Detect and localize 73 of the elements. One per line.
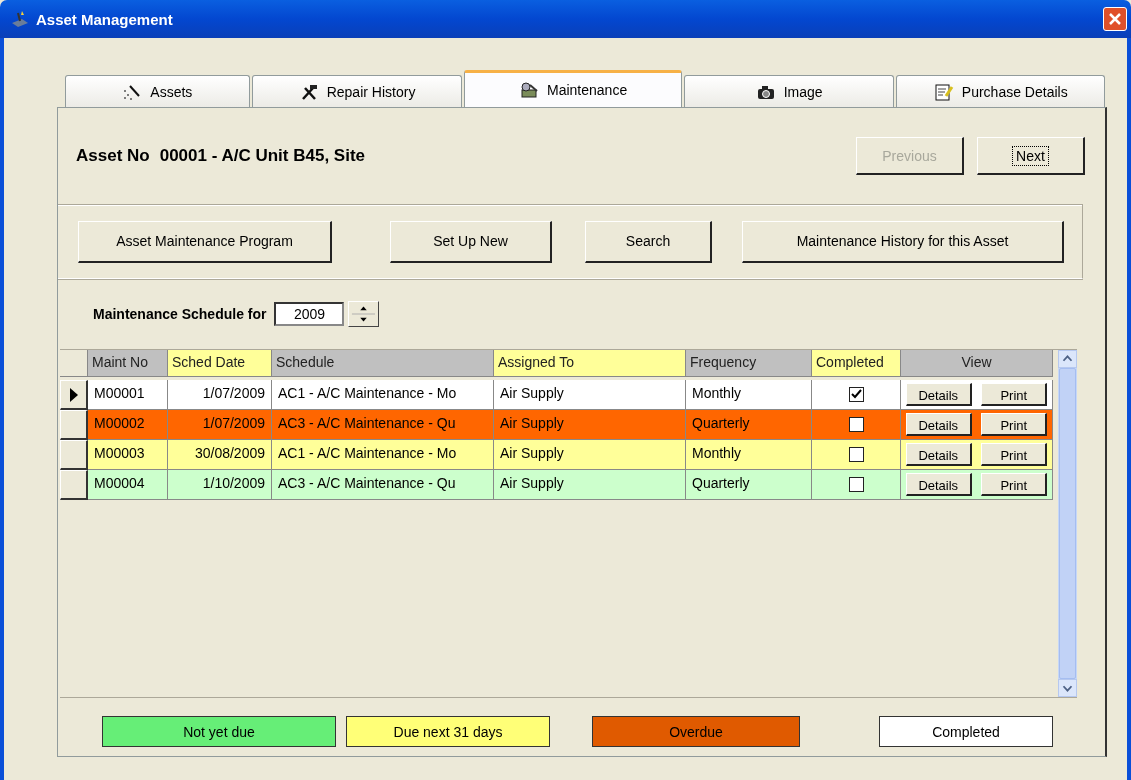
table-cell: Monthly [686, 440, 812, 470]
checkbox[interactable] [848, 417, 864, 432]
table-cell: 30/08/2009 [168, 440, 272, 470]
details-button[interactable]: Details [905, 443, 972, 466]
row-pointer-icon [69, 387, 78, 402]
close-button[interactable] [1103, 7, 1127, 31]
tab[interactable]: Image [683, 75, 895, 107]
row-header[interactable] [60, 410, 88, 440]
table-cell: 1/07/2009 [168, 410, 272, 440]
checkbox[interactable] [848, 447, 864, 462]
table-cell: Air Supply [494, 380, 686, 410]
gears-icon [519, 81, 539, 99]
column-header: Sched Date [168, 350, 272, 377]
year-field[interactable]: 2009 [274, 302, 345, 326]
scrollbar[interactable] [1058, 350, 1077, 697]
column-header: View [901, 350, 1053, 377]
row-header[interactable] [60, 440, 88, 470]
desk-icon [10, 9, 30, 29]
print-button[interactable]: Print [981, 413, 1048, 436]
table-cell: M00002 [88, 410, 168, 440]
column-header: Assigned To [494, 350, 686, 377]
action-button[interactable]: Set Up New [390, 220, 552, 263]
print-button[interactable]: Print [981, 443, 1048, 466]
notepad-icon [933, 82, 954, 101]
grid-corner [60, 350, 88, 377]
next-button[interactable]: Next [977, 137, 1085, 175]
print-button[interactable]: Print [981, 473, 1048, 496]
table-cell: Monthly [686, 380, 812, 410]
column-header: Maint No [88, 350, 168, 377]
table-cell: M00001 [88, 380, 168, 410]
table-cell: 1/07/2009 [168, 380, 272, 410]
tab[interactable]: Assets [65, 75, 250, 107]
action-button[interactable]: Maintenance History for this Asset [742, 220, 1064, 263]
checkbox[interactable] [848, 477, 864, 492]
checkbox[interactable] [848, 387, 864, 402]
table-cell: Quarterly [686, 410, 812, 440]
legend-swatch: Due next 31 days [346, 716, 550, 747]
column-header: Schedule [272, 350, 494, 377]
scroll-down-button[interactable] [1058, 679, 1077, 697]
asset-heading: Asset No 00001 - A/C Unit B45, Site [76, 146, 366, 166]
table-cell: Air Supply [494, 440, 686, 470]
table-cell: Quarterly [686, 470, 812, 500]
details-button[interactable]: Details [905, 383, 972, 406]
tab[interactable]: Maintenance [464, 70, 682, 107]
row-header[interactable] [60, 380, 88, 410]
action-button[interactable]: Search [585, 220, 712, 263]
row-header[interactable] [60, 470, 88, 500]
table-cell: Air Supply [494, 410, 686, 440]
column-header: Completed [812, 350, 901, 377]
table-cell: AC3 - A/C Maintenance - Qu [272, 410, 494, 440]
tab[interactable]: Repair History [251, 75, 463, 107]
details-button[interactable]: Details [905, 413, 972, 436]
table-cell: AC1 - A/C Maintenance - Mo [272, 440, 494, 470]
scroll-thumb[interactable] [1059, 368, 1076, 679]
print-button[interactable]: Print [981, 383, 1048, 406]
table-cell: AC1 - A/C Maintenance - Mo [272, 380, 494, 410]
spinner-control[interactable] [348, 301, 380, 327]
scroll-up-button[interactable] [1058, 350, 1077, 368]
window-title: Asset Management [36, 10, 174, 28]
table-cell: AC3 - A/C Maintenance - Qu [272, 470, 494, 500]
details-button[interactable]: Details [905, 473, 972, 496]
column-header: Frequency [686, 350, 812, 377]
table-cell: Air Supply [494, 470, 686, 500]
legend-swatch: Not yet due [102, 716, 336, 747]
legend-swatch: Completed [879, 716, 1053, 747]
schedule-label: Maintenance Schedule for [93, 306, 267, 322]
action-button[interactable]: Asset Maintenance Program [78, 220, 332, 263]
table-cell: 1/10/2009 [168, 470, 272, 500]
close-icon [1108, 12, 1122, 26]
table-cell: M00004 [88, 470, 168, 500]
tab[interactable]: Purchase Details [896, 75, 1105, 107]
table-cell: M00003 [88, 440, 168, 470]
legend-swatch: Overdue [592, 716, 800, 747]
